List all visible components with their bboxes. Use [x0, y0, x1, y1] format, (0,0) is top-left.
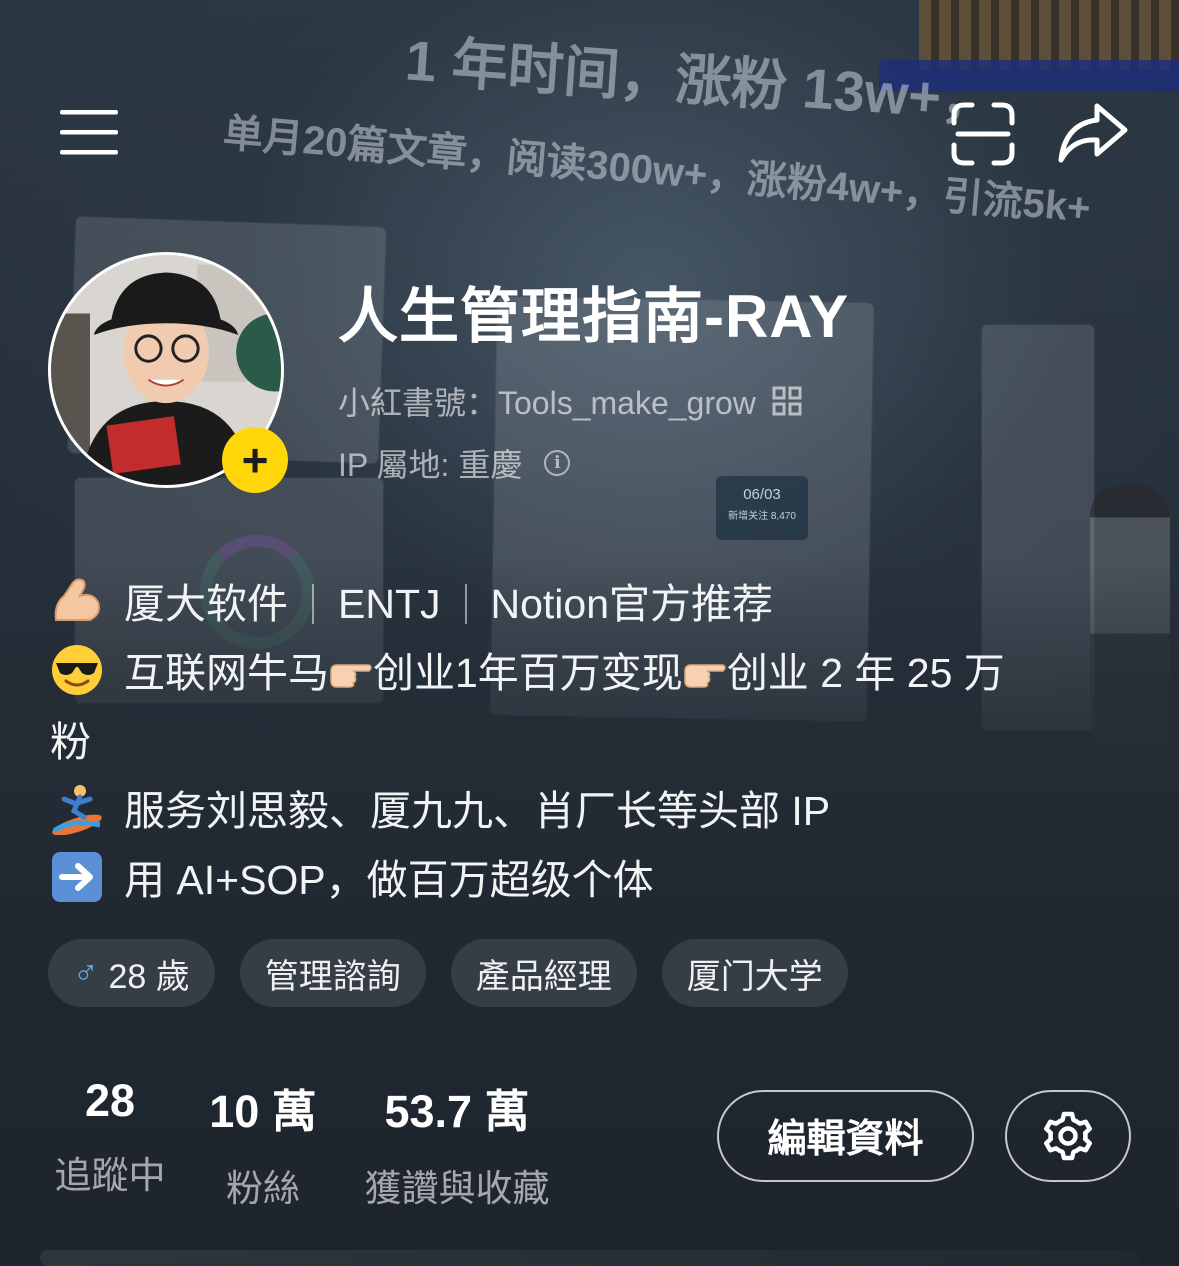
- fans-count: 10 萬: [209, 1086, 317, 1137]
- bio-achievement-1: 创业1年百万变现: [373, 650, 683, 696]
- top-bar: [0, 0, 1179, 250]
- bio-line-1: 厦大软件 ENTJ Notion官方推荐: [50, 570, 1130, 639]
- sunglasses-face-icon: [52, 645, 102, 695]
- bio-mbti: ENTJ: [338, 581, 441, 627]
- flexed-biceps-icon: [54, 578, 100, 621]
- next-section-peek: [40, 1250, 1140, 1266]
- tag-label: 28 歲: [108, 957, 190, 996]
- banner-popup-sub: 新增关注 8,470: [728, 511, 796, 522]
- tag-university[interactable]: 厦门大学: [661, 939, 848, 1007]
- settings-button[interactable]: [1005, 1090, 1131, 1182]
- banner-popup: 06/03 新增关注 8,470: [716, 476, 808, 540]
- bio-line-4: 用 AI+SOP，做百万超级个体: [50, 846, 1130, 915]
- scan-icon: [951, 102, 1014, 165]
- pointing-right-icon: [330, 664, 372, 688]
- qr-icon[interactable]: [772, 386, 802, 416]
- bio-achievement-2-wrap: 粉: [50, 719, 91, 765]
- bio-school: 厦大软件: [124, 581, 288, 627]
- bio-line-3: 服务刘思毅、厦九九、肖厂长等头部 IP: [50, 777, 1130, 846]
- bio-achievement-2: 创业 2 年 25 万: [726, 650, 1005, 696]
- bio-mission: 用 AI+SOP，做百万超级个体: [124, 857, 654, 903]
- pointing-right-icon: [684, 664, 726, 688]
- bio-role: 互联网牛马: [124, 650, 329, 696]
- share-icon: [1058, 103, 1128, 163]
- tag-label: 厦门大学: [686, 957, 823, 996]
- tag-age[interactable]: ♂ 28 歲: [48, 939, 215, 1007]
- tag-consulting[interactable]: 管理諮詢: [239, 939, 426, 1007]
- stat-likes-collects[interactable]: 53.7 萬 獲讚與收藏: [352, 1075, 562, 1212]
- info-icon[interactable]: i: [544, 450, 571, 476]
- likes-count: 53.7 萬: [384, 1086, 530, 1137]
- menu-icon: [60, 110, 118, 155]
- right-arrow-icon: [52, 852, 102, 902]
- following-label: 追蹤中: [54, 1155, 166, 1196]
- edit-profile-button[interactable]: 編輯資料: [717, 1090, 974, 1182]
- gear-icon: [1044, 1111, 1092, 1161]
- stat-fans[interactable]: 10 萬 粉絲: [204, 1075, 322, 1212]
- bio-clients: 服务刘思毅、厦九九、肖厂长等头部 IP: [124, 788, 831, 834]
- profile-nickname: 人生管理指南-RAY: [338, 283, 850, 350]
- surfer-icon: [52, 785, 102, 835]
- profile-bio: 厦大软件 ENTJ Notion官方推荐 互联网牛马 创业1年百万变现 创业 2 年…: [50, 570, 1130, 915]
- add-follow-button[interactable]: +: [222, 427, 288, 493]
- profile-tags: ♂ 28 歲 管理諮詢 產品經理 厦门大学: [48, 939, 848, 1007]
- stat-following[interactable]: 28 追蹤中: [48, 1075, 172, 1199]
- account-id[interactable]: 小紅書號：Tools_make_grow: [338, 378, 802, 424]
- bio-recommendation: Notion官方推荐: [490, 581, 774, 627]
- banner-popup-date: 06/03: [743, 486, 781, 503]
- share-button[interactable]: [1052, 92, 1134, 172]
- following-count: 28: [84, 1075, 136, 1126]
- male-icon: ♂: [73, 953, 99, 992]
- likes-label: 獲讚與收藏: [364, 1168, 550, 1209]
- bio-line-2: 互联网牛马 创业1年百万变现 创业 2 年 25 万粉: [50, 639, 1130, 777]
- ip-location-text: IP 屬地: 重慶: [338, 447, 523, 483]
- plus-icon: +: [241, 434, 269, 486]
- ip-location: IP 屬地: 重慶 i: [338, 440, 571, 486]
- fans-label: 粉絲: [226, 1168, 300, 1209]
- scan-button[interactable]: [945, 96, 1020, 171]
- menu-button[interactable]: [54, 100, 124, 164]
- divider: [464, 584, 467, 624]
- divider: [312, 584, 314, 624]
- tag-product-manager[interactable]: 產品經理: [450, 939, 637, 1007]
- tag-label: 產品經理: [475, 957, 612, 996]
- tag-label: 管理諮詢: [264, 957, 401, 996]
- account-id-text: 小紅書號：Tools_make_grow: [338, 385, 756, 421]
